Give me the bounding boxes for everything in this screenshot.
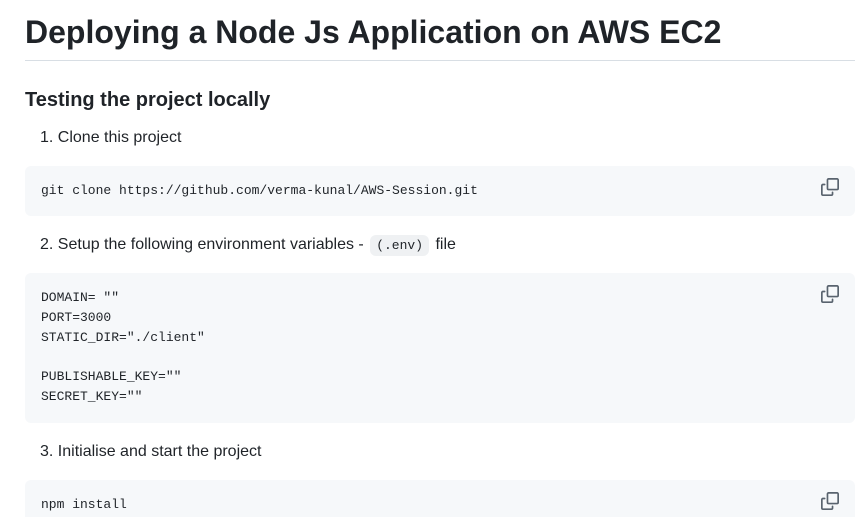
copy-button[interactable] (821, 178, 839, 196)
copy-icon (821, 178, 839, 196)
readme-page: Deploying a Node Js Application on AWS E… (0, 0, 868, 517)
env-inline-code: (.env) (370, 235, 430, 256)
step-2-number: 2. (40, 236, 54, 253)
step-3-label: Initialise and start the project (57, 443, 262, 460)
copy-button[interactable] (821, 285, 839, 303)
step-2-label-suffix: file (435, 236, 456, 253)
step-1-label: Clone this project (57, 129, 182, 146)
code-line: DOMAIN= "" (41, 290, 120, 305)
step-1-number: 1. (40, 129, 54, 146)
step-2-label: Setup the following environment variable… (57, 236, 364, 253)
copy-icon (821, 492, 839, 510)
step-3-text: 3. Initialise and start the project (40, 440, 261, 464)
copy-icon (821, 285, 839, 303)
code-line: git clone https://github.com/verma-kunal… (41, 183, 478, 198)
page-title: Deploying a Node Js Application on AWS E… (25, 14, 722, 50)
code-line: npm install (41, 497, 127, 512)
code-line: SECRET_KEY="" (41, 389, 143, 404)
code-block-env: DOMAIN= "" PORT=3000 STATIC_DIR="./clien… (25, 273, 855, 423)
copy-button[interactable] (821, 492, 839, 510)
title-divider (25, 60, 855, 61)
code-block-npm: npm install (25, 480, 855, 517)
code-line: STATIC_DIR="./client" (41, 330, 205, 345)
step-2-text: 2. Setup the following environment varia… (40, 233, 456, 258)
section-heading: Testing the project locally (25, 89, 271, 111)
code-line: PORT=3000 (41, 310, 112, 325)
code-block-clone: git clone https://github.com/verma-kunal… (25, 166, 855, 216)
step-1-text: 1. Clone this project (40, 126, 181, 150)
step-3-number: 3. (40, 443, 54, 460)
code-line: PUBLISHABLE_KEY="" (41, 369, 182, 384)
